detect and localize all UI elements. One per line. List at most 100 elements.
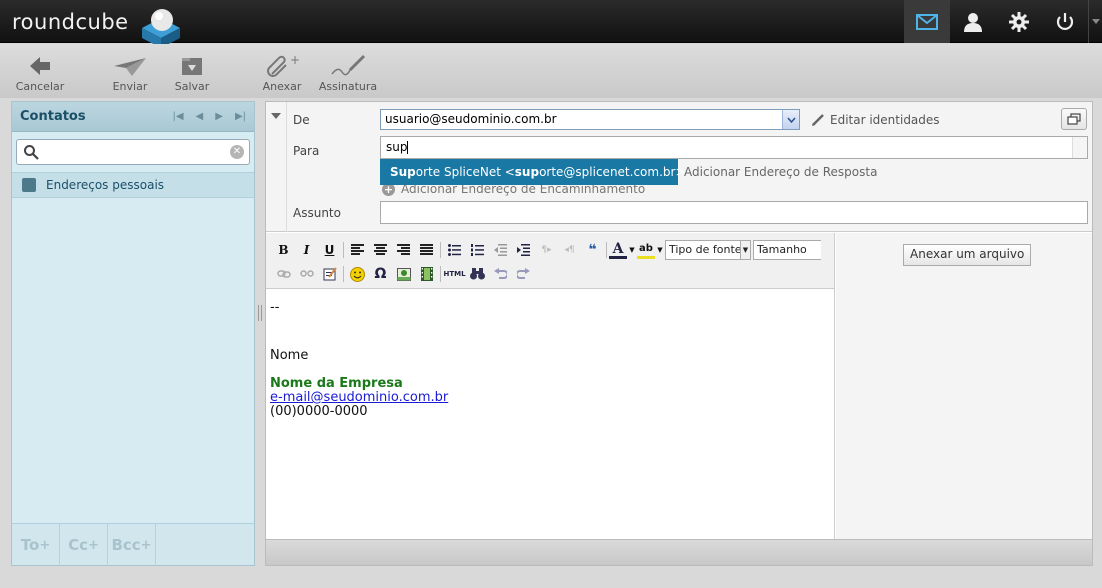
signature-phone: (00)0000-0000 — [270, 404, 368, 419]
add-to-label: To — [20, 536, 40, 554]
outdent-button[interactable] — [489, 240, 512, 260]
numbered-list-icon — [471, 244, 484, 256]
smiley-icon — [350, 266, 365, 282]
blockquote-button[interactable]: ❝ — [581, 240, 604, 260]
collapse-headers-icon[interactable] — [271, 113, 281, 119]
redo-button[interactable] — [512, 264, 535, 284]
rtl-button[interactable]: ◂¶ — [558, 240, 581, 260]
toolbar-separator — [606, 242, 607, 258]
envelope-icon — [916, 13, 938, 30]
topnav-more-button[interactable] — [1088, 0, 1102, 43]
numbered-list-button[interactable] — [466, 240, 489, 260]
image-button[interactable] — [392, 264, 415, 284]
autocomplete-email-rest: orte@splicenet.com.br> — [539, 165, 686, 179]
settings-nav-button[interactable] — [996, 0, 1042, 43]
addressbook-label: Endereços pessoais — [46, 178, 165, 192]
subject-input[interactable] — [380, 201, 1088, 224]
special-char-button[interactable]: Ω — [369, 264, 392, 284]
popout-button[interactable] — [1061, 108, 1087, 130]
align-center-button[interactable] — [369, 240, 392, 260]
chevron-down-icon[interactable]: ▼ — [627, 240, 637, 260]
logout-nav-button[interactable] — [1042, 0, 1088, 43]
align-justify-button[interactable] — [415, 240, 438, 260]
align-right-button[interactable] — [392, 240, 415, 260]
add-bcc-label: Bcc — [111, 536, 141, 554]
paper-plane-icon — [114, 58, 146, 76]
add-to-button[interactable]: To + — [12, 524, 60, 566]
toolbar-separator — [440, 266, 441, 282]
highlight-color-button[interactable]: ab — [637, 241, 655, 259]
from-select[interactable]: usuario@seudominio.com.br — [380, 109, 800, 130]
prev-page-icon[interactable]: ◀ — [196, 111, 204, 122]
text-cursor — [407, 141, 409, 154]
cancel-button[interactable]: Cancelar — [14, 54, 66, 93]
undo-button[interactable] — [489, 264, 512, 284]
user-icon — [964, 12, 982, 32]
compose-area: De usuario@seudominio.com.br Editar iden… — [265, 101, 1093, 566]
next-page-icon[interactable]: ▶ — [215, 111, 223, 122]
bold-button[interactable]: B — [272, 240, 295, 260]
send-button[interactable]: Enviar — [108, 54, 152, 93]
paperclip-plus-icon: + — [267, 54, 300, 77]
save-button[interactable]: Salvar — [172, 54, 212, 93]
blank-space — [270, 315, 448, 349]
add-cc-label: Cc — [68, 536, 88, 554]
clear-search-icon[interactable]: ✕ — [230, 145, 244, 159]
italic-button[interactable]: I — [295, 240, 318, 260]
to-label: Para — [293, 144, 320, 158]
text-color-button[interactable]: A — [609, 241, 627, 259]
link-icon — [276, 270, 291, 278]
underline-button[interactable]: U — [318, 240, 341, 260]
indent-button[interactable] — [512, 240, 535, 260]
contacts-search-input[interactable]: ✕ — [16, 139, 250, 165]
last-page-icon[interactable]: ▶| — [235, 111, 246, 122]
autocomplete-suggestion[interactable]: Suporte SpliceNet <suporte@splicenet.com… — [380, 159, 686, 185]
chevron-down-icon: ▼ — [740, 241, 750, 259]
gear-icon — [1009, 11, 1029, 32]
add-bcc-button[interactable]: Bcc + — [108, 524, 156, 566]
font-size-select[interactable]: Tamanho — [753, 240, 821, 260]
headers-divider — [286, 102, 287, 232]
link-button[interactable] — [272, 264, 295, 284]
compose-toolbar: Cancelar Enviar Salvar + Anexar Assinatu… — [0, 44, 1102, 98]
edit-document-icon — [323, 267, 337, 281]
ltr-button[interactable]: ¶▸ — [535, 240, 558, 260]
search-replace-button[interactable] — [466, 264, 489, 284]
autocomplete-match-name: Sup — [390, 165, 416, 179]
align-left-button[interactable] — [346, 240, 369, 260]
edit-source-button[interactable] — [318, 264, 341, 284]
contacts-header: Contatos |◀ ◀ ▶ ▶| — [12, 102, 254, 132]
align-center-icon — [374, 244, 387, 255]
add-cc-button[interactable]: Cc + — [60, 524, 108, 566]
signature-button[interactable]: Assinatura — [318, 54, 378, 93]
chevron-down-icon[interactable]: ▼ — [655, 240, 665, 260]
plus-icon: + — [140, 537, 152, 553]
emoticon-button[interactable] — [346, 264, 369, 284]
unlink-button[interactable] — [295, 264, 318, 284]
popout-icon — [1067, 113, 1081, 125]
contacts-nav-button[interactable] — [950, 0, 996, 43]
font-size-label: Tamanho — [757, 243, 807, 256]
bullet-list-button[interactable] — [443, 240, 466, 260]
align-right-icon — [397, 244, 410, 255]
signature-email-link[interactable]: e-mail@seudominio.com.br — [270, 391, 448, 405]
attach-file-button[interactable]: Anexar um arquivo — [903, 244, 1032, 266]
message-body[interactable]: -- Nome Nome da Empresa e-mail@seudomini… — [270, 301, 448, 419]
signature-label: Assinatura — [318, 80, 378, 93]
attach-button[interactable]: + Anexar — [260, 54, 304, 93]
to-input[interactable]: sup — [380, 136, 1088, 159]
add-replyto-link[interactable]: Adicionar Endereço de Resposta — [684, 165, 877, 179]
panel-splitter[interactable] — [258, 305, 262, 321]
undo-icon — [494, 268, 507, 279]
edit-identities-link[interactable]: Editar identidades — [811, 113, 940, 127]
chevron-down-icon[interactable] — [782, 110, 799, 129]
addressbook-icon — [22, 178, 36, 192]
first-page-icon[interactable]: |◀ — [172, 111, 183, 122]
media-button[interactable] — [415, 264, 438, 284]
mail-nav-button[interactable] — [904, 0, 950, 43]
font-family-select[interactable]: Tipo de fonte ▼ — [665, 240, 751, 260]
html-source-button[interactable]: HTML — [443, 264, 466, 284]
addressbook-item-personal[interactable]: Endereços pessoais — [12, 172, 254, 198]
to-input-scrollbar[interactable] — [1072, 137, 1087, 158]
app-logo[interactable]: roundcube — [12, 10, 129, 34]
